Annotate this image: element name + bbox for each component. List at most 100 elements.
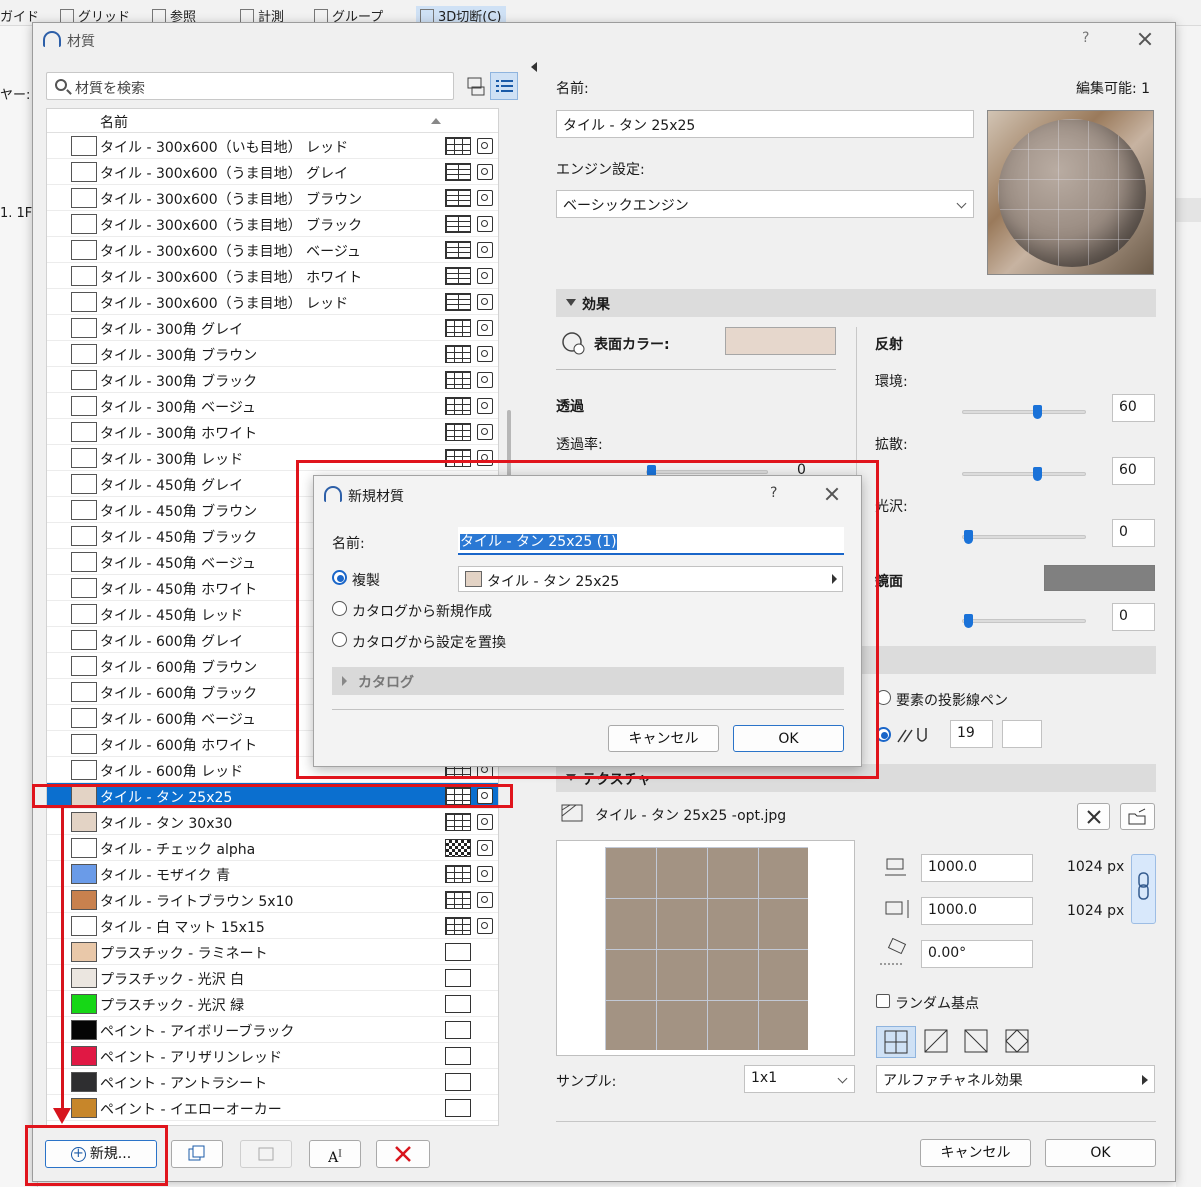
- mirror-none-button[interactable]: [876, 1026, 916, 1058]
- folder-open-icon: [1128, 808, 1145, 825]
- list-item[interactable]: プラスチック - ラミネート: [47, 939, 498, 965]
- ambient-label: 環境:: [875, 374, 908, 390]
- mirror-y-button[interactable]: [960, 1026, 994, 1058]
- close-icon[interactable]: [1134, 28, 1156, 50]
- list-item[interactable]: プラスチック - 光沢 白: [47, 965, 498, 991]
- search-icon: [55, 79, 67, 91]
- pen-number-field[interactable]: 19: [950, 720, 993, 748]
- effects-section-header[interactable]: 効果: [556, 289, 1156, 317]
- search-input[interactable]: 材質を検索: [46, 72, 454, 100]
- slider-knob[interactable]: [1033, 467, 1042, 481]
- folder-view-button[interactable]: [462, 72, 490, 100]
- list-item[interactable]: タイル - 300角 グレイ: [47, 315, 498, 341]
- remove-texture-button[interactable]: [1077, 803, 1110, 830]
- fill-pattern-icon: [445, 319, 471, 337]
- material-name: タイル - 白 マット 15x15: [100, 920, 265, 936]
- ok-button[interactable]: OK: [1045, 1139, 1156, 1167]
- list-item[interactable]: タイル - 300x600（うま目地） ブラック: [47, 211, 498, 237]
- diffuse-slider[interactable]: [962, 467, 1086, 481]
- list-item[interactable]: プラスチック - 光沢 緑: [47, 991, 498, 1017]
- sort-ascending-icon[interactable]: [431, 118, 441, 124]
- list-item[interactable]: ペイント - アリザリンレッド: [47, 1043, 498, 1069]
- texture-image-icon: [477, 242, 493, 258]
- list-view-button[interactable]: [490, 72, 518, 100]
- aspect-lock-toggle[interactable]: [1131, 854, 1156, 924]
- fill-pattern-icon: [445, 163, 471, 181]
- list-item[interactable]: タイル - 300角 ブラウン: [47, 341, 498, 367]
- engine-select[interactable]: ベーシックエンジン: [556, 190, 974, 218]
- reference-icon: [152, 9, 166, 23]
- diffuse-value[interactable]: 60: [1112, 457, 1155, 485]
- chevron-right-icon: [1142, 1075, 1148, 1085]
- texture-height-field[interactable]: 1000.0: [921, 897, 1033, 925]
- list-item[interactable]: タイル - 300角 ベージュ: [47, 393, 498, 419]
- specular-slider[interactable]: [962, 614, 1086, 628]
- texture-file-name: タイル - タン 25x25 -opt.jpg: [595, 808, 787, 824]
- gloss-value[interactable]: 0: [1112, 519, 1155, 547]
- help-button[interactable]: ?: [1082, 30, 1089, 46]
- material-name: タイル - 300x600（うま目地） グレイ: [100, 166, 349, 182]
- list-item[interactable]: タイル - ライトブラウン 5x10: [47, 887, 498, 913]
- fill-pattern-icon: [445, 917, 471, 935]
- load-texture-button[interactable]: [1120, 803, 1155, 830]
- specular-heading: 鏡面: [875, 574, 903, 590]
- list-item[interactable]: ペイント - イエローオーカー: [47, 1095, 498, 1121]
- column-header-name[interactable]: 名前: [100, 112, 128, 132]
- duplicate-button[interactable]: [171, 1140, 223, 1168]
- material-color-swatch: [71, 968, 97, 988]
- slider-knob[interactable]: [964, 530, 973, 544]
- sample-select[interactable]: 1x1: [744, 1065, 855, 1093]
- specular-color-swatch[interactable]: [1044, 565, 1155, 591]
- material-color-swatch: [71, 1046, 97, 1066]
- surface-color-swatch[interactable]: [725, 327, 836, 355]
- list-item[interactable]: タイル - 白 マット 15x15: [47, 913, 498, 939]
- list-item[interactable]: ペイント - アイボリーブラック: [47, 1017, 498, 1043]
- material-color-swatch: [71, 630, 97, 650]
- slider-knob[interactable]: [964, 614, 973, 628]
- ambient-value[interactable]: 60: [1112, 394, 1155, 422]
- list-item[interactable]: タイル - 300角 ホワイト: [47, 419, 498, 445]
- rename-button[interactable]: AI: [309, 1140, 361, 1168]
- material-name: タイル - 300x600（うま目地） ブラック: [100, 218, 363, 234]
- alpha-channel-effect-button[interactable]: アルファチャネル効果: [876, 1065, 1155, 1093]
- delete-button[interactable]: [376, 1140, 430, 1168]
- random-origin-checkbox[interactable]: [876, 994, 890, 1008]
- list-item[interactable]: タイル - タン 30x30: [47, 809, 498, 835]
- texture-width-field[interactable]: 1000.0: [921, 854, 1033, 882]
- material-color-swatch: [71, 162, 97, 182]
- list-item[interactable]: タイル - 300角 ブラック: [47, 367, 498, 393]
- list-item[interactable]: タイル - チェック alpha: [47, 835, 498, 861]
- list-item[interactable]: タイル - 300x600（いも目地） レッド: [47, 133, 498, 159]
- ambient-slider[interactable]: [962, 405, 1086, 419]
- material-color-swatch: [71, 994, 97, 1014]
- material-name: タイル - チェック alpha: [100, 842, 256, 858]
- list-item[interactable]: ペイント - アントラシート: [47, 1069, 498, 1095]
- mirror-xy-button[interactable]: [1001, 1026, 1035, 1058]
- fill-pattern-icon: [445, 891, 471, 909]
- texture-angle-field[interactable]: 0.00°: [921, 940, 1033, 968]
- collapse-panel-icon[interactable]: [531, 62, 537, 72]
- gloss-slider[interactable]: [962, 530, 1086, 544]
- material-color-swatch: [71, 448, 97, 468]
- annotation-new-button-highlight: [25, 1125, 168, 1186]
- import-button[interactable]: [240, 1140, 292, 1168]
- mirror-x-button[interactable]: [920, 1026, 954, 1058]
- cancel-button[interactable]: キャンセル: [920, 1139, 1031, 1167]
- pen-preview[interactable]: [1002, 720, 1042, 748]
- list-item[interactable]: タイル - 300x600（うま目地） グレイ: [47, 159, 498, 185]
- fill-pattern-icon: [445, 1073, 471, 1091]
- material-color-swatch: [71, 578, 97, 598]
- texture-height-px: 1024 px: [1067, 903, 1125, 919]
- name-field[interactable]: タイル - タン 25x25: [556, 110, 974, 138]
- list-item[interactable]: タイル - 300x600（うま目地） ホワイト: [47, 263, 498, 289]
- list-item[interactable]: タイル - 300x600（うま目地） ベージュ: [47, 237, 498, 263]
- list-item[interactable]: タイル - 300x600（うま目地） ブラウン: [47, 185, 498, 211]
- specular-value[interactable]: 0: [1112, 603, 1155, 631]
- texture-angle-icon: [880, 938, 907, 965]
- material-preview: [987, 110, 1154, 275]
- texture-image: [605, 847, 808, 1050]
- slider-knob[interactable]: [1033, 405, 1042, 419]
- list-item[interactable]: タイル - モザイク 青: [47, 861, 498, 887]
- transparency-rate-label: 透過率:: [556, 437, 603, 453]
- list-item[interactable]: タイル - 300x600（うま目地） レッド: [47, 289, 498, 315]
